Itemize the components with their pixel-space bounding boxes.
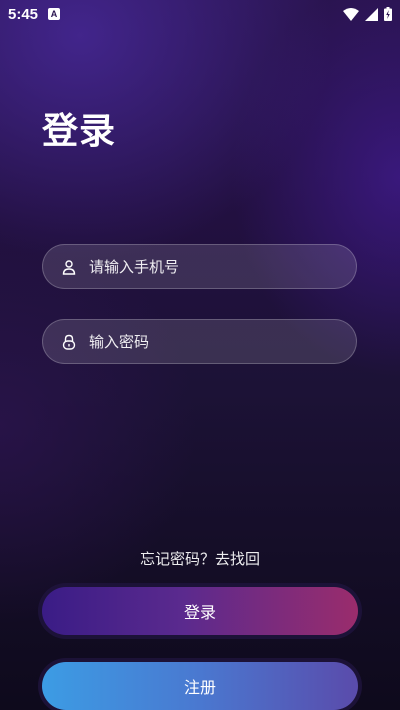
- lock-icon: [61, 334, 77, 350]
- status-bar: 5:45 A: [0, 0, 400, 28]
- register-button-wrap: 注册: [38, 658, 362, 710]
- login-button-wrap: 登录: [38, 583, 362, 639]
- battery-icon: [384, 7, 392, 21]
- phone-field[interactable]: [42, 244, 357, 289]
- register-button[interactable]: 注册: [42, 662, 358, 710]
- notification-a-icon: A: [48, 8, 61, 20]
- user-icon: [61, 259, 77, 275]
- wifi-icon: [343, 7, 359, 21]
- forgot-password-link[interactable]: 忘记密码？去找回: [0, 548, 400, 569]
- login-button[interactable]: 登录: [42, 587, 358, 635]
- status-right: [343, 7, 392, 21]
- phone-input[interactable]: [89, 257, 329, 276]
- status-time: 5:45: [8, 5, 39, 23]
- signal-icon: [365, 7, 378, 21]
- status-left: 5:45 A: [8, 5, 61, 23]
- password-field[interactable]: [42, 319, 357, 364]
- password-input[interactable]: [89, 332, 329, 351]
- page-title: 登录: [42, 111, 117, 152]
